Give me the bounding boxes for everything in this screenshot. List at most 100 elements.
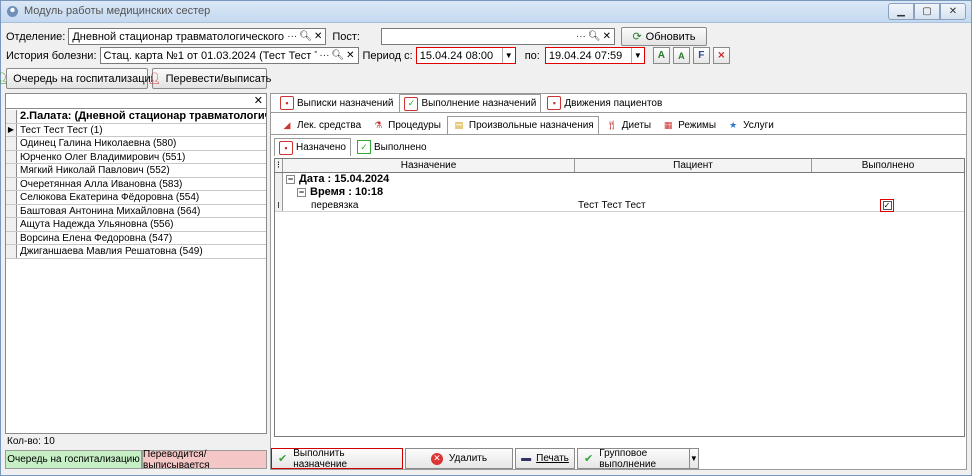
font-increase-button[interactable]: A	[652, 47, 670, 64]
font-decrease-button[interactable]: A	[672, 47, 690, 64]
tab-medicines[interactable]: ◢ Лек. средства	[276, 116, 365, 134]
patient-filter[interactable]: ✕	[6, 94, 266, 109]
patient-name: Одинец Галина Николаевна (580)	[20, 138, 177, 149]
time-group-row[interactable]: − Время : 10:18	[275, 186, 964, 199]
chevron-down-icon[interactable]: ▼	[630, 48, 644, 63]
delete-button[interactable]: ✕ Удалить	[405, 448, 513, 469]
history-value: Стац. карта №1 от 01.03.2024 (Тест Тест …	[103, 49, 318, 62]
history-field[interactable]: Стац. карта №1 от 01.03.2024 (Тест Тест …	[99, 47, 359, 64]
patient-row[interactable]: Одинец Галина Николаевна (580)	[6, 137, 266, 151]
clear-icon[interactable]: ✕	[603, 31, 611, 42]
main-tabs: ▪ Выписки назначений ✓ Выполнение назнач…	[276, 94, 668, 112]
tab-assigned[interactable]: ▪ Назначено	[274, 138, 351, 156]
patient-row[interactable]: Ворсина Елена Федоровна (547)	[6, 231, 266, 245]
tab-label: Движения пациентов	[564, 97, 663, 109]
column-patient[interactable]: Пациент	[575, 159, 812, 172]
patient-row[interactable]: Селюкова Екатерина Фёдоровна (554)	[6, 191, 266, 205]
legend-transfer: Переводится/выписывается	[142, 449, 267, 471]
regime-icon: ▦	[663, 119, 673, 130]
collapse-icon[interactable]: −	[297, 187, 306, 197]
transfer-button[interactable]: 👤︎ Перевести/выписать	[148, 68, 271, 89]
filter-icon: F	[698, 50, 705, 61]
patient-row[interactable]: Джиганшаева Мавлия Решатовна (549)	[6, 245, 266, 259]
period-to-label: по:	[524, 49, 540, 62]
tab-execution[interactable]: ✓ Выполнение назначений	[399, 94, 542, 112]
row-indicator	[6, 218, 17, 231]
row-indicator	[6, 110, 17, 123]
tab-label: Лек. средства	[297, 119, 362, 131]
search-icon[interactable]: 🔍︎	[588, 31, 601, 42]
column-done[interactable]: Выполнено	[812, 159, 964, 172]
title-bar: Модуль работы медицинских сестер ▁ ▢ ✕	[1, 1, 971, 23]
patient-row[interactable]: ▶ Тест Тест Тест (1)	[6, 123, 266, 137]
tab-label: Выполнено	[373, 141, 427, 153]
services-icon: ★	[729, 119, 738, 130]
minimize-icon: ▁	[897, 6, 905, 17]
more-icon[interactable]: ···	[576, 31, 586, 42]
date-group-row[interactable]: − Дата : 15.04.2024	[275, 173, 964, 186]
filter-button[interactable]: F	[692, 47, 710, 64]
row-indicator	[6, 204, 17, 217]
execute-assignment-button[interactable]: ✔ Выполнить назначение	[271, 448, 403, 470]
maximize-icon: ▢	[922, 6, 932, 17]
tab-diets[interactable]: 🍴︎ Диеты	[601, 116, 655, 134]
department-label: Отделение:	[6, 30, 66, 43]
print-button[interactable]: ▬ Печать	[515, 448, 575, 469]
tab-label: Выписки назначений	[297, 97, 394, 109]
patient-row[interactable]: Очеретянная Алла Ивановна (583)	[6, 177, 266, 191]
tab-patient-movement[interactable]: ▪ Движения пациентов	[543, 94, 666, 112]
tab-prescriptions[interactable]: ▪ Выписки назначений	[276, 94, 397, 112]
table-row[interactable]: I перевязка Тест Тест Тест ✓	[275, 199, 964, 212]
minimize-button[interactable]: ▁	[888, 3, 914, 20]
done-checkbox-highlight: ✓	[880, 199, 894, 212]
chevron-down-icon[interactable]: ▼	[501, 48, 515, 63]
current-row-arrow-icon: ▶	[6, 123, 17, 136]
patient-row[interactable]: Юрченко Олег Владимирович (551)	[6, 150, 266, 164]
document-icon: ▪	[547, 96, 562, 110]
patient-row[interactable]: Ащута Надежда Ульяновна (556)	[6, 218, 266, 232]
search-icon[interactable]: 🔍︎	[331, 50, 344, 61]
row-indicator	[6, 137, 17, 150]
checkmark-icon: ✓	[356, 140, 371, 154]
ward-group-row[interactable]: 2.Палата: (Дневной стационар травматолог…	[6, 110, 266, 124]
column-assignment[interactable]: Назначение	[283, 159, 575, 172]
tab-procedures[interactable]: ⚗ Процедуры	[367, 116, 445, 134]
chevron-down-icon[interactable]: ▼	[688, 449, 698, 468]
period-from-label: Период с:	[362, 49, 413, 62]
collapse-icon[interactable]: −	[286, 174, 295, 184]
assignments-panel: ▪ Выписки назначений ✓ Выполнение назнач…	[270, 93, 967, 470]
tab-custom-assignments[interactable]: ▤ Произвольные назначения	[446, 116, 599, 134]
clear-icon[interactable]: ✕	[346, 50, 354, 61]
more-icon[interactable]: ···	[319, 50, 329, 61]
refresh-button[interactable]: ⟳ Обновить	[620, 27, 707, 46]
patient-name: Очеретянная Алла Ивановна (583)	[20, 178, 183, 190]
queue-button[interactable]: 👤︎ Очередь на госпитализацию	[0, 68, 159, 89]
row-indicator	[6, 245, 17, 258]
close-button[interactable]: ✕	[940, 3, 966, 20]
grid-header-indicator: ⁝	[275, 159, 283, 172]
tab-label: Назначено	[296, 142, 346, 153]
post-field[interactable]: ··· 🔍︎ ✕	[380, 28, 615, 45]
department-field[interactable]: Дневной стационар травматологического от…	[68, 28, 327, 45]
patient-row[interactable]: Баштовая Антонина Михайловна (564)	[6, 204, 266, 218]
patient-count: Кол-во: 10	[7, 436, 55, 447]
search-icon[interactable]: 🔍︎	[299, 31, 312, 42]
clear-icon[interactable]: ✕	[314, 31, 322, 42]
row-indicator	[275, 186, 283, 199]
group-execute-button[interactable]: ✔ Групповое выполнение ▼	[577, 448, 699, 470]
period-to-field[interactable]: 19.04.24 07:59 ▼	[544, 47, 645, 64]
cell-assignment: перевязка	[311, 200, 359, 211]
tab-regimes[interactable]: ▦ Режимы	[657, 116, 720, 134]
filter-clear-button[interactable]: ⨯	[712, 47, 730, 64]
tab-services[interactable]: ★ Услуги	[722, 116, 778, 134]
tab-completed[interactable]: ✓ Выполнено	[353, 138, 431, 156]
ward-group-label: 2.Палата: (Дневной стационар травматолог…	[20, 110, 266, 122]
maximize-button[interactable]: ▢	[914, 3, 940, 20]
done-checkbox[interactable]: ✓	[882, 201, 892, 210]
period-from-field[interactable]: 15.04.24 08:00 ▼	[415, 47, 516, 64]
patient-row[interactable]: Мягкий Николай Павлович (552)	[6, 164, 266, 178]
history-row: История болезни: Стац. карта №1 от 01.03…	[6, 47, 730, 64]
close-icon[interactable]: ✕	[254, 94, 263, 107]
edit-cursor-icon: I	[275, 199, 283, 211]
more-icon[interactable]: ···	[287, 31, 297, 42]
